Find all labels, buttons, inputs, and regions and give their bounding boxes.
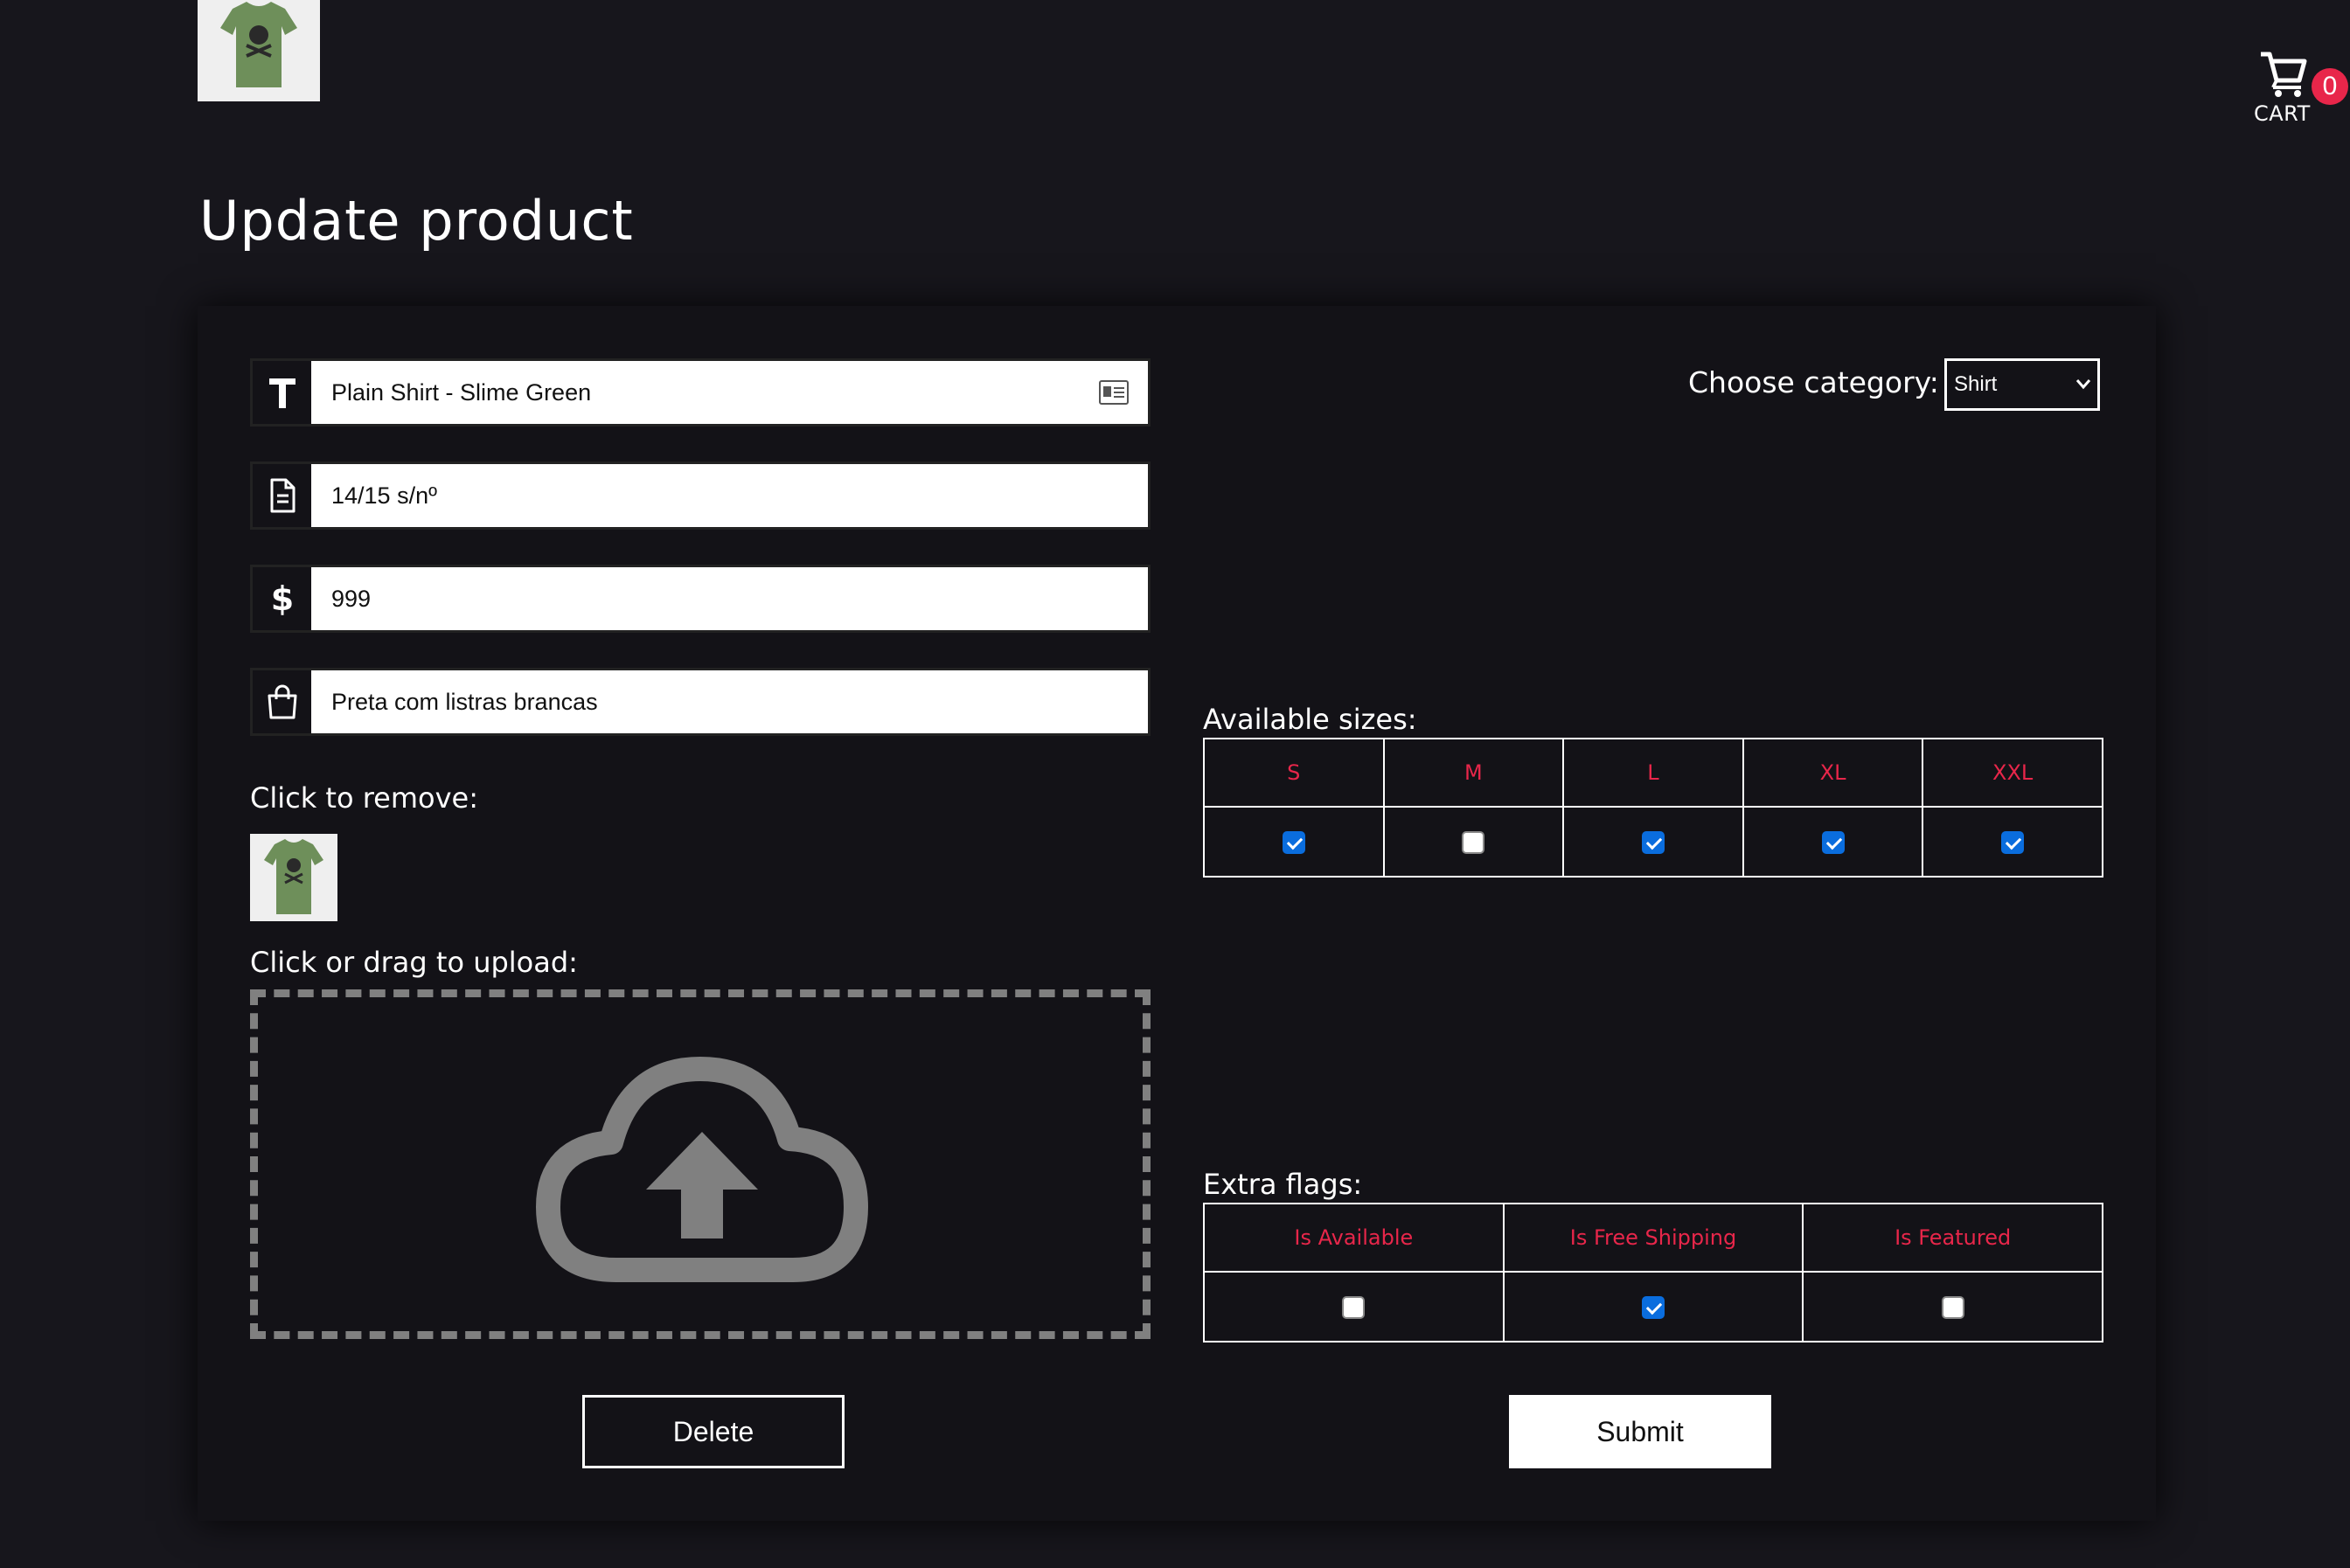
cart-icon	[2261, 52, 2307, 97]
is-available-checkbox[interactable]	[1342, 1296, 1366, 1319]
upload-dropzone[interactable]	[250, 989, 1151, 1339]
product-description-field[interactable]	[250, 461, 1151, 530]
is-featured-checkbox[interactable]	[1941, 1296, 1964, 1319]
size-header-m: M	[1382, 738, 1565, 808]
remove-images-label: Click to remove:	[250, 781, 479, 815]
size-xl-checkbox[interactable]	[1821, 831, 1845, 854]
flag-header-available: Is Available	[1203, 1203, 1505, 1273]
chevron-down-icon	[2075, 379, 2091, 390]
size-cell-m	[1382, 806, 1565, 878]
cart-button[interactable]: CART 0	[2247, 45, 2348, 133]
size-cell-s	[1203, 806, 1385, 878]
flag-cell-featured	[1802, 1271, 2103, 1343]
cart-label: CART	[2254, 101, 2311, 126]
size-l-checkbox[interactable]	[1641, 831, 1665, 854]
flags-table: Is Available Is Free Shipping Is Feature…	[1203, 1203, 2103, 1343]
category-selected-value: Shirt	[1954, 372, 1998, 396]
product-color-field[interactable]	[250, 668, 1151, 736]
cloud-upload-icon	[536, 1057, 868, 1282]
size-cell-l	[1562, 806, 1744, 878]
svg-text:$: $	[270, 579, 293, 618]
category-label: Choose category:	[1688, 365, 1939, 399]
sizes-table: S M L XL XXL	[1203, 738, 2103, 878]
flag-header-free-shipping: Is Free Shipping	[1502, 1203, 1804, 1273]
size-header-l: L	[1562, 738, 1744, 808]
size-m-checkbox[interactable]	[1462, 831, 1485, 854]
product-image-thumbnail[interactable]	[250, 834, 337, 921]
flag-cell-free-shipping	[1502, 1271, 1804, 1343]
document-icon	[253, 464, 314, 527]
logo-shirt-image[interactable]	[198, 0, 320, 101]
flag-header-featured: Is Featured	[1802, 1203, 2103, 1273]
product-title-input[interactable]	[314, 361, 1099, 424]
upload-label: Click or drag to upload:	[250, 946, 578, 979]
size-cell-xxl	[1922, 806, 2103, 878]
product-color-input[interactable]	[314, 670, 1148, 733]
product-price-field[interactable]: $	[250, 565, 1151, 633]
update-product-form: $ Click to remove: Click or drag to uplo…	[198, 306, 2156, 1521]
product-price-input[interactable]	[314, 567, 1148, 630]
delete-button[interactable]: Delete	[582, 1395, 845, 1468]
flag-cell-available	[1203, 1271, 1505, 1343]
dollar-icon: $	[253, 567, 314, 630]
shirt-image-icon	[250, 834, 337, 921]
product-description-input[interactable]	[314, 464, 1148, 527]
shopping-bag-icon	[253, 670, 314, 733]
size-xxl-checkbox[interactable]	[2001, 831, 2025, 854]
category-select[interactable]: Shirt	[1944, 358, 2100, 411]
size-cell-xl	[1742, 806, 1924, 878]
page-title: Update product	[199, 189, 634, 253]
cart-count-badge: 0	[2312, 68, 2348, 105]
submit-button[interactable]: Submit	[1509, 1395, 1771, 1468]
shirt-image-icon	[198, 0, 320, 101]
size-header-xxl: XXL	[1922, 738, 2103, 808]
size-header-s: S	[1203, 738, 1385, 808]
contact-card-icon[interactable]	[1099, 380, 1129, 405]
title-t-icon	[253, 361, 314, 424]
flags-label: Extra flags:	[1203, 1168, 1363, 1201]
size-header-xl: XL	[1742, 738, 1924, 808]
size-s-checkbox[interactable]	[1282, 831, 1305, 854]
is-free-shipping-checkbox[interactable]	[1641, 1296, 1665, 1319]
product-title-field[interactable]	[250, 358, 1151, 427]
sizes-label: Available sizes:	[1203, 703, 1417, 736]
